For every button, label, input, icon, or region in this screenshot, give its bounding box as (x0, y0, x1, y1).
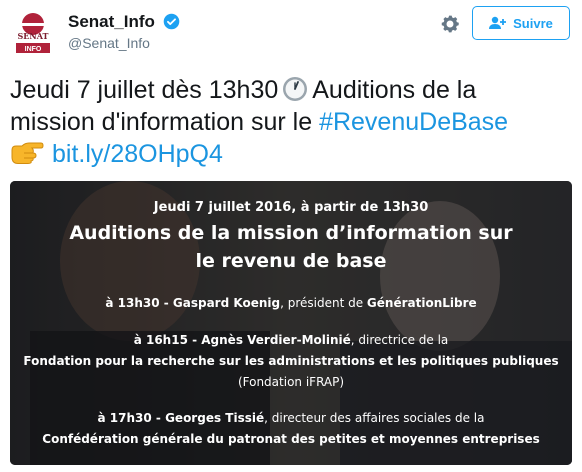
speaker-3-org: Confédération générale du patronat des p… (10, 432, 572, 446)
speaker-2-time: à 16h15 (133, 333, 188, 347)
speaker-2-org-name: Fondation pour la recherche sur les admi… (23, 354, 559, 368)
speaker-2-separator: - (187, 333, 202, 347)
follow-button[interactable]: Suivre (472, 6, 570, 40)
verified-badge-icon (163, 13, 180, 30)
speaker-1-time: à 13h30 (105, 296, 160, 310)
add-user-icon (489, 16, 507, 29)
tweet-image[interactable]: Jeudi 7 juillet 2016, à partir de 13h30 … (10, 181, 572, 465)
speaker-1-role: , président de (280, 296, 367, 310)
tweet-header: SÉNAT INFO Senat_Info @Senat_Info Suivre (0, 0, 582, 60)
speaker-3-org-name: Confédération générale du patronat des p… (42, 432, 540, 446)
follow-label: Suivre (513, 15, 553, 31)
display-name[interactable]: Senat_Info (68, 12, 155, 32)
speaker-3-role: , directeur des affaires sociales de la (264, 411, 485, 425)
account-handle[interactable]: @Senat_Info (68, 35, 150, 51)
clock-icon (283, 77, 308, 101)
image-title-line-1: Auditions de la mission d’information su… (69, 222, 513, 244)
gear-icon[interactable] (439, 13, 461, 35)
avatar[interactable]: SÉNAT INFO (10, 9, 56, 55)
tweet-title-end: mission d'information sur le (10, 108, 320, 136)
speaker-1-line: à 13h30 - Gaspard Koenig, président de G… (10, 296, 572, 310)
speaker-3-separator: - (151, 411, 166, 425)
shortened-link[interactable]: bit.ly/28OHpQ4 (52, 140, 223, 168)
hashtag-link[interactable]: #RevenuDeBase (319, 108, 508, 136)
speaker-1-name: Gaspard Koenig (172, 296, 281, 310)
tweet-line-3: bit.ly/28OHpQ4 (10, 138, 570, 170)
tweet-title-start: Auditions de la (312, 76, 477, 104)
speaker-2-line: à 16h15 - Agnès Verdier-Molinié, directr… (10, 333, 572, 347)
speaker-3-name: Georges Tissié (165, 411, 265, 425)
tweet-date-text: Jeudi 7 juillet dès 13h30 (10, 76, 279, 104)
speaker-2-org: Fondation pour la recherche sur les admi… (10, 354, 572, 368)
tweet-line-2: mission d'information sur le #RevenuDeBa… (10, 106, 570, 138)
avatar-text-bottom: INFO (25, 46, 42, 53)
avatar-text-top: SÉNAT (18, 31, 49, 41)
speaker-1-org: GénérationLibre (366, 296, 477, 310)
image-date-line: Jeudi 7 juillet 2016, à partir de 13h30 (153, 200, 429, 215)
speaker-2-org-short: (Fondation iFRAP) (237, 375, 345, 389)
speaker-1-separator: - (159, 296, 173, 310)
speaker-2-role: , directrice de la (350, 333, 449, 347)
tweet-text: Jeudi 7 juillet dès 13h30 Auditions de l… (10, 74, 570, 170)
tweet-line-1: Jeudi 7 juillet dès 13h30 Auditions de l… (10, 74, 570, 106)
speaker-3-time: à 17h30 (97, 411, 152, 425)
speaker-2-name: Agnès Verdier-Molinié (201, 333, 351, 347)
image-title-line-2: le revenu de base (195, 250, 387, 272)
pointing-hand-icon (11, 142, 44, 164)
speaker-3-line: à 17h30 - Georges Tissié, directeur des … (10, 411, 572, 425)
